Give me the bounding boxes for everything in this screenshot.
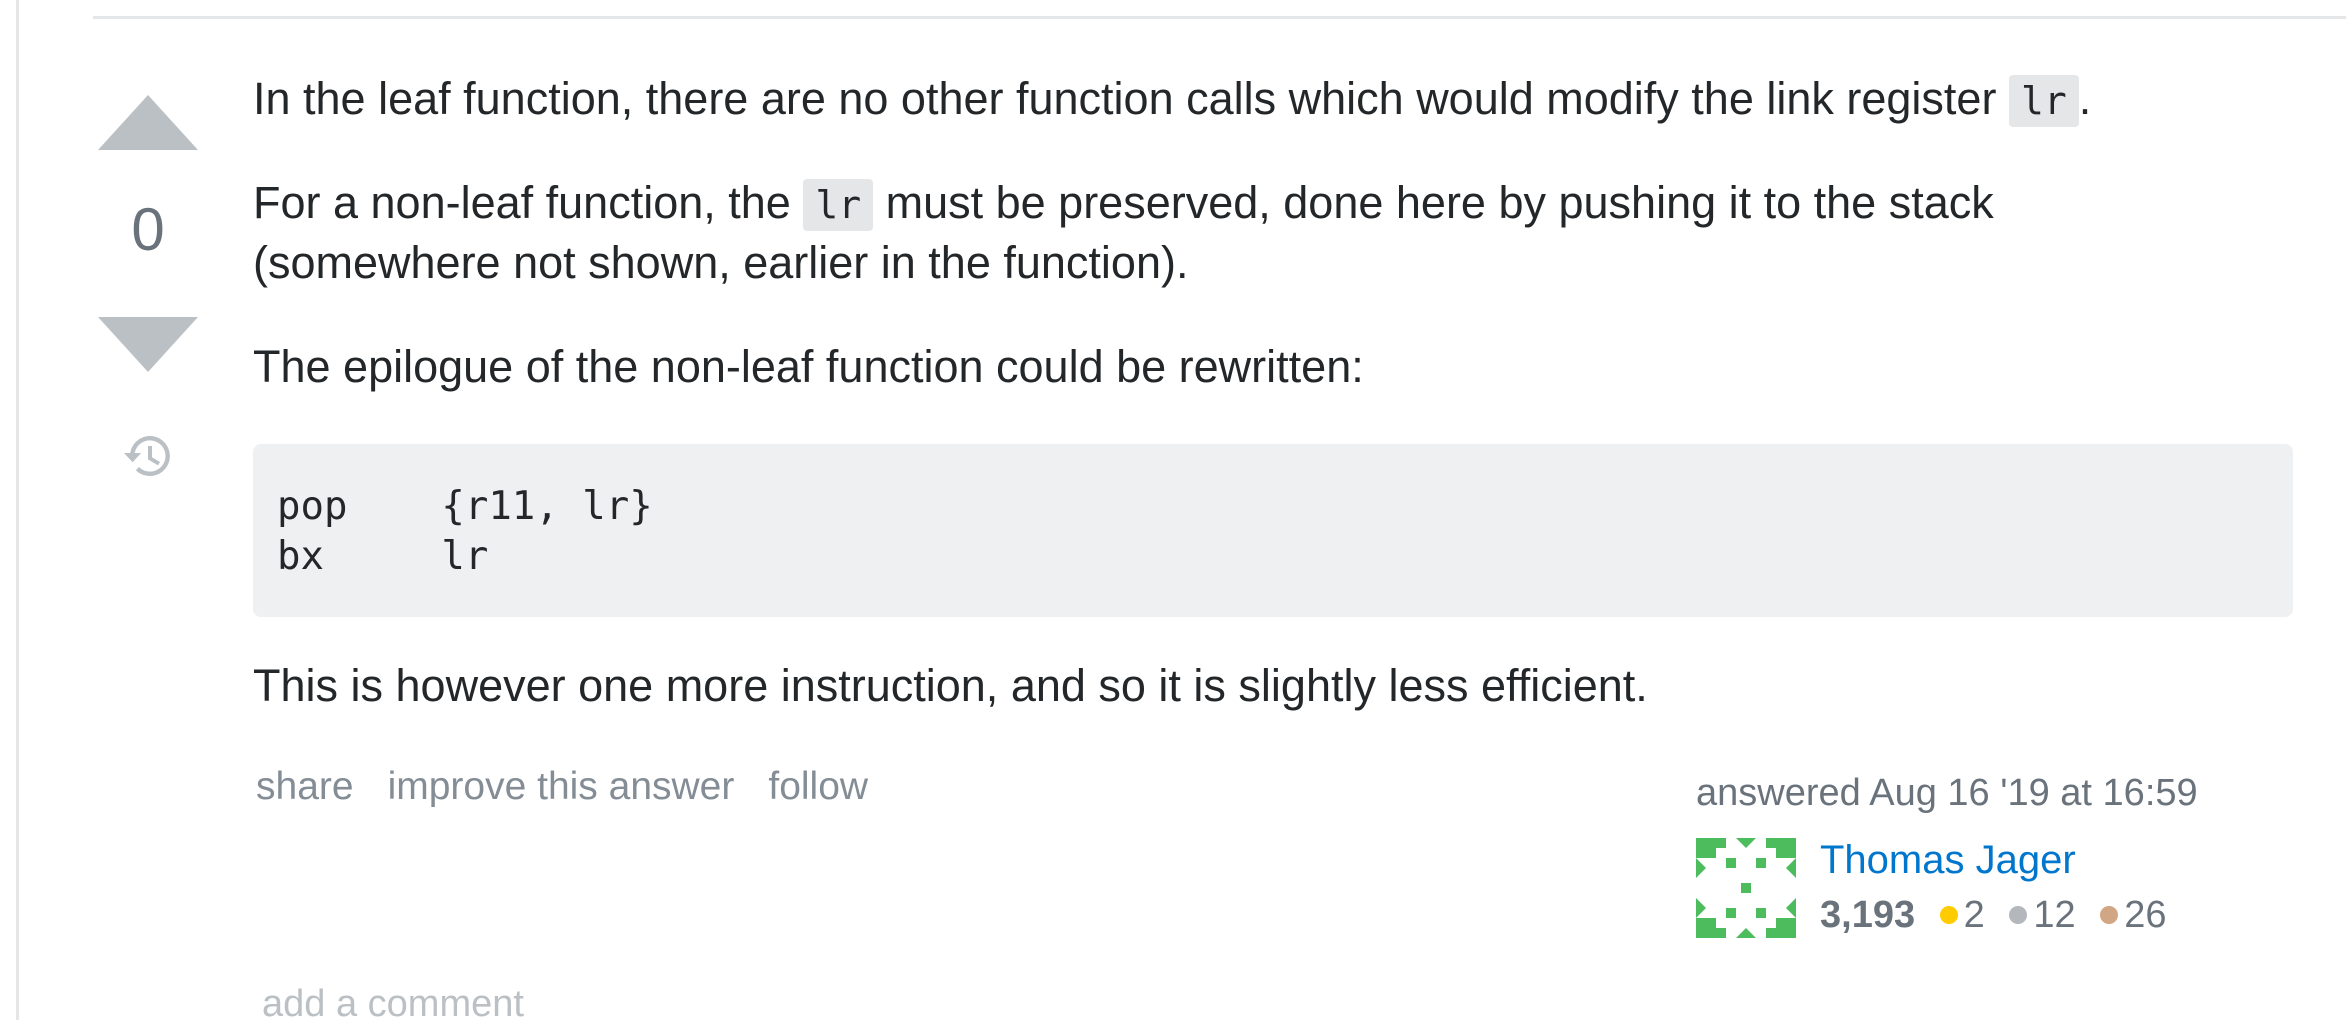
paragraph-text: . [2078,73,2092,124]
reputation-score: 3,193 [1820,894,1916,936]
follow-link[interactable]: follow [768,765,868,808]
history-button[interactable] [120,428,176,484]
gold-badge-count: 2 [1963,894,1985,936]
gold-badge-icon [1939,906,1958,924]
vote-count: 0 [131,196,165,263]
improve-answer-link[interactable]: improve this answer [388,765,735,808]
identicon-icon [1696,838,1796,938]
paragraph: This is however one more instruction, an… [253,660,1648,711]
reputation-row: 3,193 2 12 26 [1820,894,2166,937]
silver-badges: 12 [2009,894,2076,936]
arrow-up-icon [98,95,198,150]
top-divider [93,16,2346,19]
paragraph-text: In the leaf function, there are no other… [253,73,2009,124]
post-menu: share improve this answer follow [256,765,902,809]
inline-code: lr [2008,75,2079,127]
gold-badges: 2 [1939,894,1985,936]
avatar[interactable] [1696,838,1796,938]
downvote-button[interactable] [98,317,198,372]
share-link[interactable]: share [256,765,354,808]
upvote-button[interactable] [98,95,198,150]
answered-time: answered Aug 16 '19 at 16:59 [1696,772,2198,814]
paragraph: For a non-leaf function, the lr must be … [253,174,2153,292]
user-signature: answered Aug 16 '19 at 16:59 Thomas Jage… [1696,772,2256,938]
bronze-badge-count: 26 [2124,894,2167,936]
user-name-link[interactable]: Thomas Jager [1820,838,2076,883]
paragraph: In the leaf function, there are no other… [253,70,2091,130]
paragraph-text: For a non-leaf function, the [253,177,804,228]
bronze-badge-icon [2100,906,2119,924]
silver-badge-icon [2009,906,2028,924]
code-block: pop {r11, lr} bx lr [253,444,2293,617]
left-border [16,0,19,1020]
bronze-badges: 26 [2100,894,2166,936]
arrow-down-icon [98,317,198,372]
silver-badge-count: 12 [2033,894,2076,936]
inline-code: lr [803,179,874,231]
paragraph: The epilogue of the non-leaf function co… [253,341,1364,392]
history-icon [124,435,170,476]
